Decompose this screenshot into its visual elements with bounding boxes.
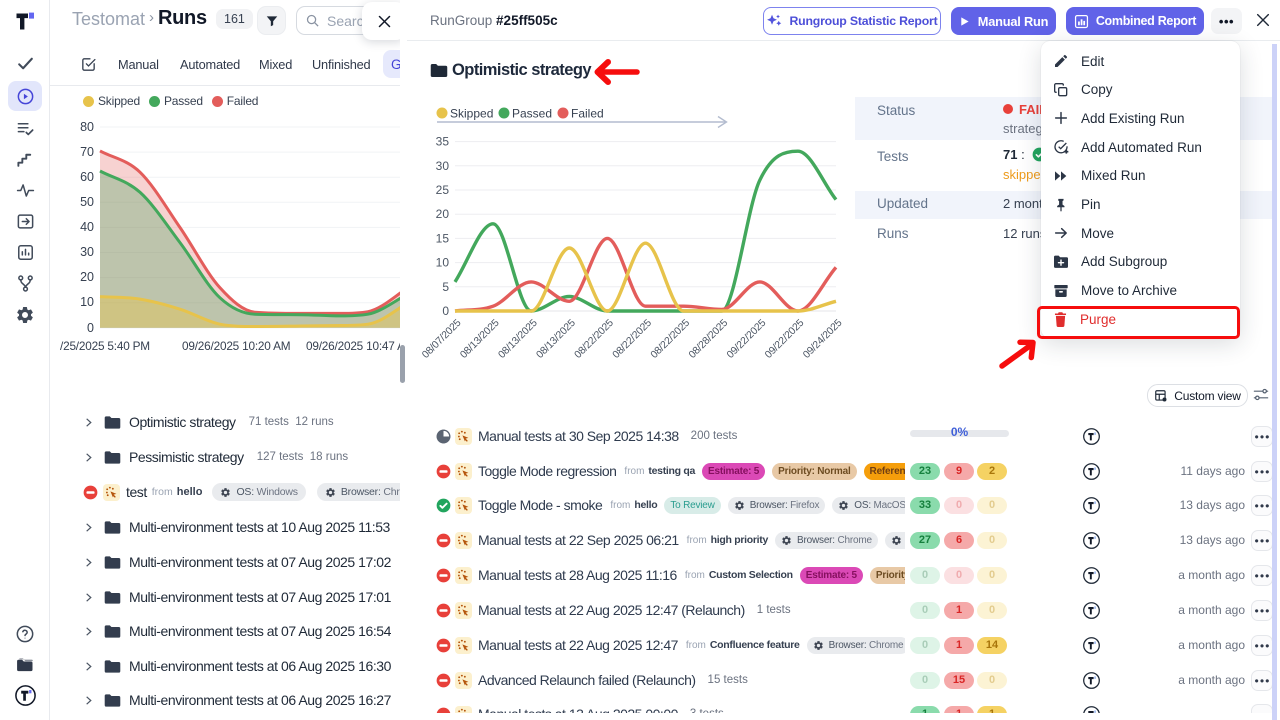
- svg-text:15: 15: [436, 231, 450, 245]
- svg-text:30: 30: [436, 159, 450, 173]
- svg-text:08/28/2025: 08/28/2025: [687, 317, 730, 360]
- svg-text:40: 40: [80, 220, 94, 234]
- svg-text:30: 30: [80, 245, 94, 259]
- svg-text:0: 0: [87, 321, 94, 335]
- svg-text:Failed: Failed: [571, 107, 604, 121]
- svg-text:08/13/2025: 08/13/2025: [535, 317, 578, 360]
- svg-text:10: 10: [436, 256, 450, 270]
- svg-text:08/22/2025: 08/22/2025: [573, 317, 616, 360]
- svg-text:10: 10: [80, 295, 94, 309]
- svg-text:Skipped: Skipped: [450, 107, 493, 121]
- svg-text:25: 25: [436, 183, 450, 197]
- svg-text:70: 70: [80, 145, 94, 159]
- svg-text:09/26/2025 10:20 AM: 09/26/2025 10:20 AM: [182, 339, 290, 353]
- svg-text:60: 60: [80, 170, 94, 184]
- svg-text:50: 50: [80, 195, 94, 209]
- svg-text:80: 80: [80, 120, 94, 134]
- svg-text:08/22/2025: 08/22/2025: [611, 317, 654, 360]
- svg-text:08/13/2025: 08/13/2025: [458, 317, 501, 360]
- svg-text:09/22/2025: 09/22/2025: [763, 317, 806, 360]
- svg-text:08/13/2025: 08/13/2025: [497, 317, 540, 360]
- svg-text:08/07/2025: 08/07/2025: [420, 317, 463, 360]
- svg-text:/25/2025 5:40 PM: /25/2025 5:40 PM: [60, 339, 150, 353]
- svg-text:09/24/2025: 09/24/2025: [801, 317, 844, 360]
- svg-text:09/22/2025: 09/22/2025: [725, 317, 768, 360]
- svg-text:0: 0: [442, 304, 449, 318]
- svg-text:08/22/2025: 08/22/2025: [649, 317, 692, 360]
- svg-text:20: 20: [80, 270, 94, 284]
- svg-text:20: 20: [436, 207, 450, 221]
- svg-text:Passed: Passed: [512, 107, 552, 121]
- svg-text:09/26/2025 10:47 AM: 09/26/2025 10:47 AM: [306, 339, 400, 353]
- svg-text:35: 35: [436, 135, 450, 149]
- svg-text:5: 5: [442, 280, 449, 294]
